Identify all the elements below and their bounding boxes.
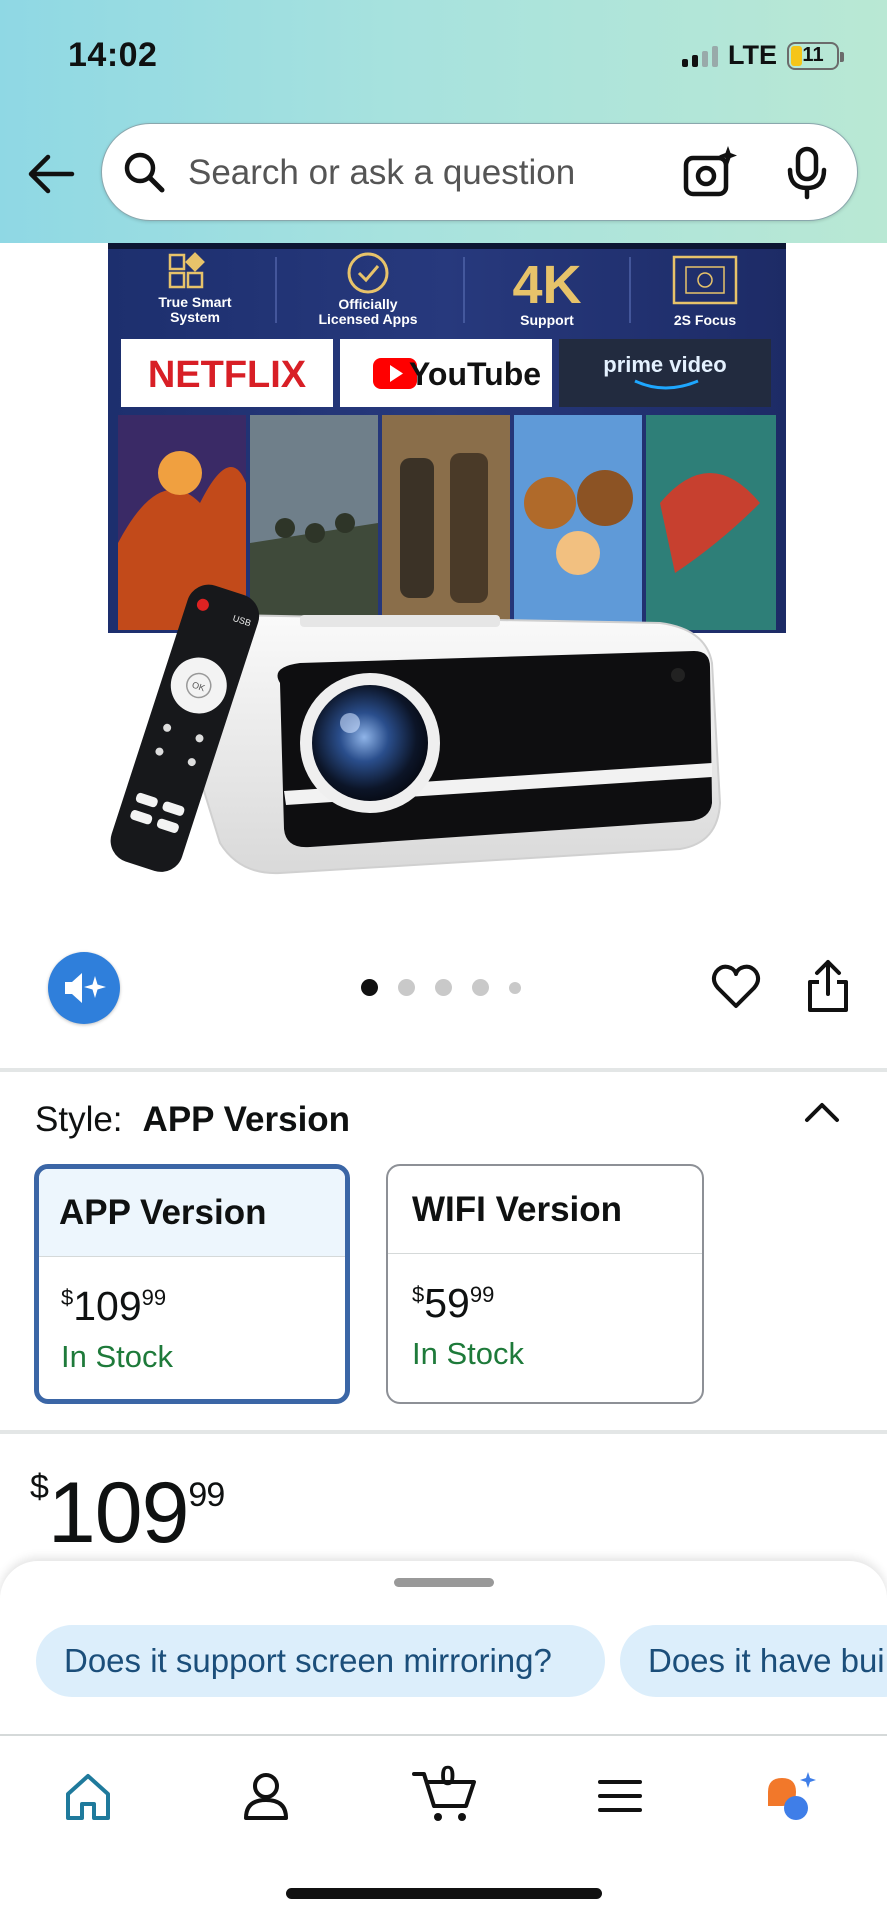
section-divider — [0, 1068, 887, 1072]
feature-big-label: 4K — [512, 255, 581, 315]
back-arrow-icon[interactable] — [26, 152, 76, 196]
style-option-name: APP Version — [39, 1169, 345, 1257]
microphone-icon[interactable] — [784, 146, 830, 200]
feature-label: Officially — [338, 296, 397, 312]
style-option-stock: In Stock — [412, 1336, 524, 1371]
audio-description-button[interactable] — [48, 952, 120, 1024]
feature-label: Support — [520, 312, 574, 328]
feature-4k-support: 4K Support — [512, 255, 581, 328]
search-bar[interactable] — [101, 123, 858, 221]
style-option-name: WIFI Version — [388, 1166, 702, 1254]
style-option-stock: In Stock — [61, 1339, 173, 1374]
home-indicator — [286, 1888, 602, 1899]
style-label-text: Style: — [35, 1100, 123, 1139]
signal-icon — [682, 45, 718, 67]
account-icon[interactable] — [236, 1766, 296, 1826]
cart-button[interactable]: 0 — [410, 1760, 480, 1826]
share-icon[interactable] — [805, 958, 851, 1014]
feature-label: System — [170, 309, 220, 325]
carousel-dot[interactable] — [509, 981, 521, 994]
product-price: $10999 — [30, 1465, 225, 1561]
section-divider — [0, 1430, 887, 1434]
rufus-suggestions-sheet: Does it support screen mirroring? Does i… — [0, 1561, 887, 1734]
search-icon — [124, 152, 165, 193]
netflix-logo-text: NETFLIX — [148, 354, 307, 396]
search-input[interactable] — [186, 150, 636, 196]
carousel-dot[interactable] — [361, 979, 378, 996]
sheet-drag-handle[interactable] — [394, 1578, 494, 1587]
style-option-wifi-version[interactable]: WIFI Version $5999 In Stock — [386, 1164, 704, 1404]
speaker-sparkle-icon — [65, 973, 106, 1003]
bottom-navigation: 0 — [0, 1734, 887, 1920]
style-selected-value: APP Version — [142, 1100, 351, 1139]
carousel-dot[interactable] — [398, 979, 415, 996]
battery-icon: 11 — [787, 41, 844, 70]
status-indicators: LTE 11 — [682, 40, 844, 71]
product-image[interactable]: True Smart System Officially Licensed Ap… — [100, 243, 788, 886]
wishlist-heart-icon[interactable] — [711, 962, 761, 1012]
suggestion-chip[interactable]: Does it support screen mirroring? — [36, 1625, 605, 1697]
battery-level: 11 — [802, 44, 824, 66]
feature-label: 2S Focus — [674, 312, 736, 328]
app-header: 14:02 LTE 11 — [0, 0, 887, 243]
suggestion-chip[interactable]: Does it have bui — [620, 1625, 887, 1697]
carousel-indicator — [361, 979, 521, 996]
style-option-app-version[interactable]: APP Version $10999 In Stock — [34, 1164, 350, 1404]
menu-icon[interactable] — [590, 1766, 650, 1826]
cart-count: 0 — [440, 1760, 456, 1791]
youtube-logo-text: YouTube — [409, 356, 541, 392]
style-option-price: $10999 — [61, 1283, 167, 1329]
camera-search-icon[interactable] — [682, 144, 738, 200]
rufus-assistant-icon[interactable] — [762, 1766, 822, 1826]
style-label: Style: APP Version — [35, 1100, 350, 1140]
home-icon[interactable] — [58, 1766, 118, 1826]
carousel-dot[interactable] — [435, 979, 452, 996]
chevron-up-icon[interactable] — [804, 1100, 840, 1124]
status-time: 14:02 — [68, 36, 158, 74]
feature-label: True Smart — [158, 294, 231, 310]
carousel-dot[interactable] — [472, 979, 489, 996]
prime-video-logo-text: prime video — [603, 352, 726, 377]
style-option-price: $5999 — [412, 1280, 495, 1326]
projector-illustration — [179, 613, 722, 875]
feature-label: Licensed Apps — [318, 311, 417, 327]
network-type: LTE — [728, 40, 777, 70]
